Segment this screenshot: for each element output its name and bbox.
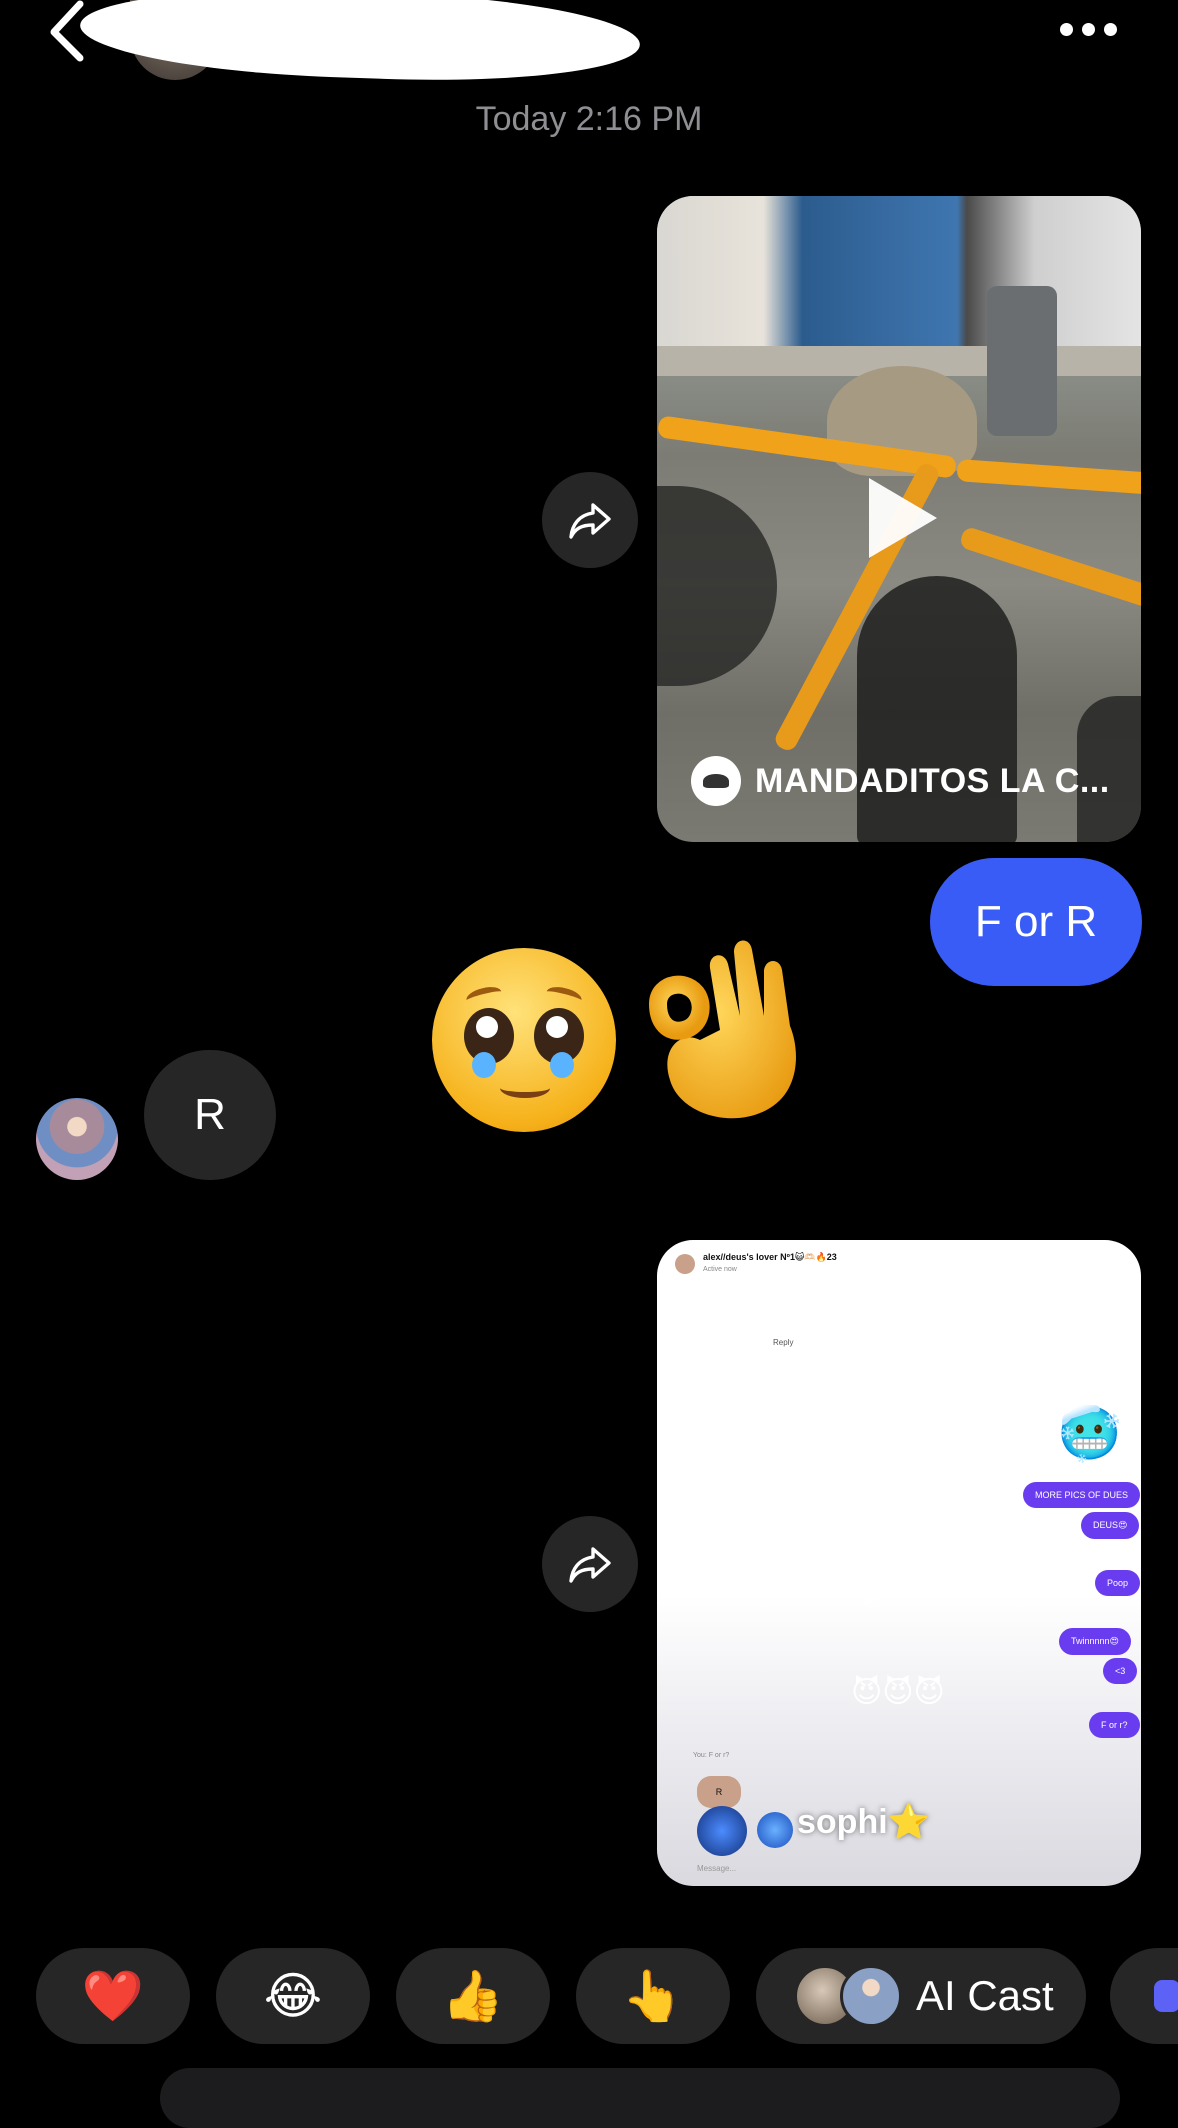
video-caption: MANDADITOS LA C... (691, 756, 1110, 806)
mini-header-status: Active now (703, 1266, 737, 1273)
mini-pill: <3 (1103, 1658, 1138, 1684)
ai-cast-avatar (840, 1965, 902, 2027)
quick-reaction-point-up[interactable]: 👆 (576, 1948, 730, 2044)
play-icon[interactable] (865, 1526, 933, 1606)
heart-eyes-tongue-emoji: 😍 (685, 1294, 748, 1361)
cold-face-emoji: 🥶 (1057, 1405, 1122, 1463)
pleading-face-emoji[interactable] (432, 948, 616, 1132)
ai-cast-button[interactable]: AI Cast (756, 1948, 1086, 2044)
share-button[interactable] (542, 1516, 638, 1612)
share-arrow-icon (569, 1547, 611, 1583)
ok-hand-emoji[interactable] (640, 930, 810, 1130)
mini-pill: F or r? (1089, 1712, 1140, 1738)
shared-video-card[interactable]: MANDADITOS LA C... (657, 196, 1141, 842)
mini-reply-label: Reply (773, 1338, 794, 1347)
mini-story-avatar (697, 1806, 747, 1856)
overlay-text: sophi⭐️ (797, 1803, 930, 1841)
quick-reaction-heart[interactable]: ❤️ (36, 1948, 190, 2044)
mini-reply-preview: You: F or r? (693, 1752, 730, 1759)
more-horizontal-icon (1060, 22, 1073, 36)
video-thumbnail-storefront (657, 196, 1141, 356)
devil-emoji-row: 😈😈😈 (851, 1676, 945, 1709)
shared-screenshot-card[interactable]: alex//deus's lover Nº1😺🫶🏻🔥23 Active now … (657, 1240, 1141, 1886)
game-controller-icon (1154, 1980, 1178, 2012)
more-options-button[interactable] (1060, 14, 1124, 44)
mini-reply-bubble: R (715, 1787, 723, 1797)
games-chip[interactable] (1110, 1948, 1178, 2044)
quick-reaction-thumbs-up[interactable]: 👍 (396, 1948, 550, 2044)
video-caption-text: MANDADITOS LA C... (755, 761, 1110, 800)
share-arrow-icon (569, 503, 611, 539)
mini-pill: MORE PICS OF DUES (1023, 1482, 1141, 1508)
ai-cast-label: AI Cast (916, 1972, 1054, 2019)
message-composer[interactable] (160, 2068, 1120, 2128)
sender-avatar[interactable] (36, 1098, 118, 1180)
quick-reaction-laugh[interactable]: 😂 (216, 1948, 370, 2044)
share-button[interactable] (542, 472, 638, 568)
message-timestamp: Today 2:16 PM (475, 100, 703, 138)
mini-pill: Twinnnnn😍 (1059, 1628, 1131, 1655)
mini-pill: DEUS😍 (1081, 1512, 1140, 1539)
received-message-bubble[interactable]: R (144, 1050, 276, 1180)
account-logo (691, 756, 741, 806)
mini-header-name: alex//deus's lover Nº1😺🫶🏻🔥23 (703, 1252, 837, 1262)
mini-pill: Poop (1095, 1570, 1141, 1596)
sent-message-bubble[interactable]: F or R (930, 858, 1142, 986)
mini-composer-placeholder: Message... (697, 1864, 737, 1873)
mini-avatar (675, 1254, 695, 1274)
play-icon[interactable] (869, 478, 937, 558)
